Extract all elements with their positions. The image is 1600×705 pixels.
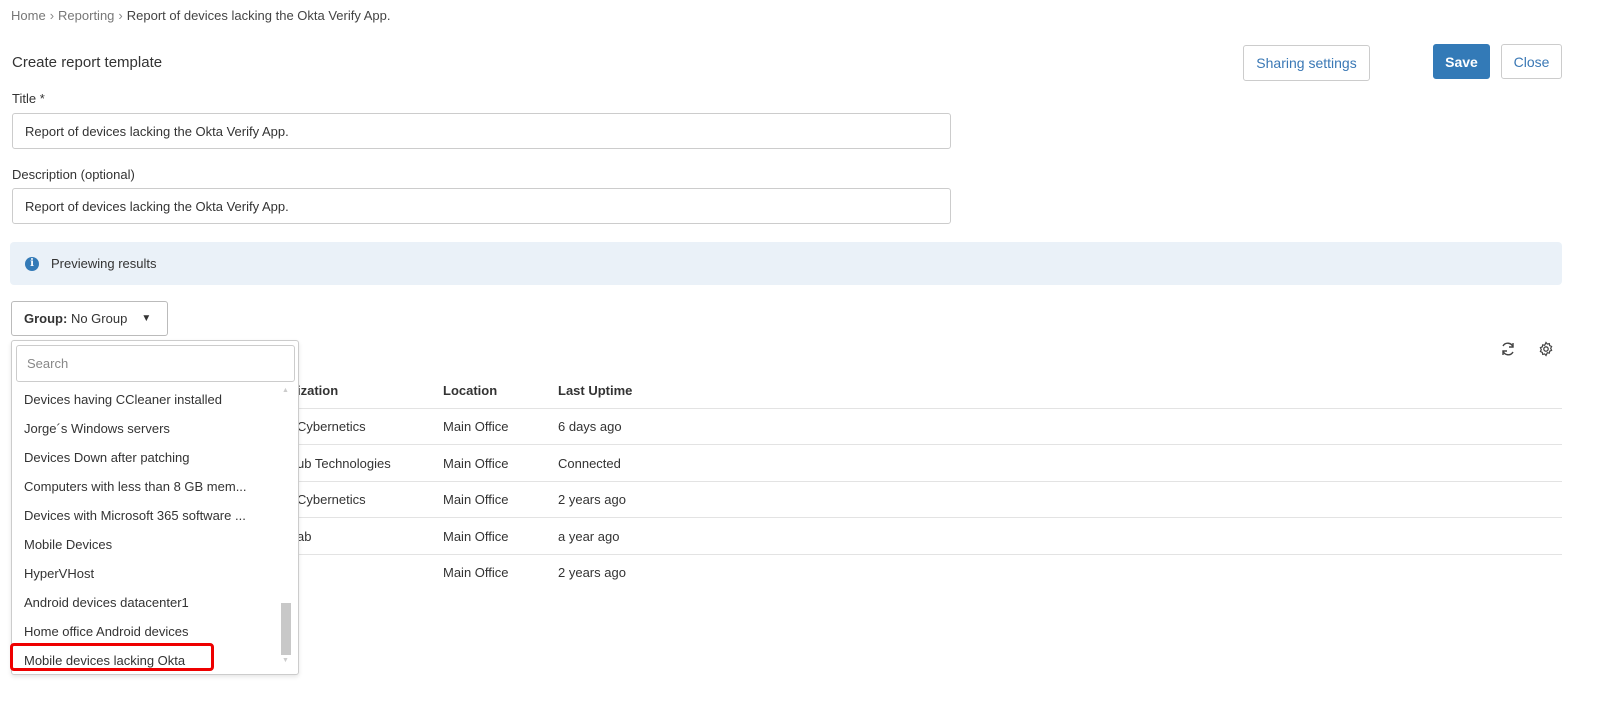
- breadcrumb-home[interactable]: Home: [11, 8, 46, 23]
- table-cell: ub Technologies: [297, 455, 391, 471]
- save-button[interactable]: Save: [1433, 44, 1490, 79]
- table-cell: 6 days ago: [558, 419, 622, 434]
- refresh-icon[interactable]: [1500, 341, 1516, 357]
- scrollbar-thumb[interactable]: [281, 603, 291, 655]
- title-label: Title *: [12, 91, 45, 106]
- group-label: Group:: [24, 311, 68, 326]
- table-cell: Cybernetics: [297, 419, 366, 434]
- dropdown-item[interactable]: Mobile Devices: [24, 537, 112, 552]
- table-cell: 2 years ago: [558, 492, 626, 507]
- description-input[interactable]: Report of devices lacking the Okta Verif…: [12, 188, 951, 224]
- caret-down-icon: ▼: [141, 313, 152, 324]
- banner-text: Previewing results: [51, 256, 157, 271]
- breadcrumb: Home › Reporting › Report of devices lacking…: [11, 8, 391, 23]
- table-cell: Main Office: [443, 492, 509, 507]
- column-header-location[interactable]: Location: [443, 383, 497, 398]
- table-cell: Cybernetics: [297, 492, 366, 507]
- preview-banner: i Previewing results: [10, 242, 1562, 285]
- table-cell: Main Office: [443, 455, 509, 471]
- column-header-organization[interactable]: ization: [297, 383, 338, 398]
- dropdown-item[interactable]: Android devices datacenter1: [24, 595, 189, 610]
- breadcrumb-current: Report of devices lacking the Okta Verif…: [126, 8, 391, 23]
- table-cell: Main Office: [443, 419, 509, 434]
- dropdown-item[interactable]: HyperVHost: [24, 566, 94, 581]
- column-header-last-uptime[interactable]: Last Uptime: [558, 383, 632, 398]
- dropdown-search-input[interactable]: Search: [16, 345, 295, 382]
- group-value: No Group: [70, 311, 128, 326]
- sharing-settings-button[interactable]: Sharing settings: [1243, 45, 1370, 81]
- table-cell: 2 years ago: [558, 565, 626, 580]
- breadcrumb-reporting[interactable]: Reporting: [58, 8, 114, 23]
- scroll-up-arrow-icon[interactable]: ▲: [282, 387, 289, 394]
- table-cell: Main Office: [443, 565, 509, 580]
- highlight-box: [10, 643, 214, 671]
- info-icon: i: [25, 256, 39, 271]
- table-cell: Connected: [558, 455, 621, 471]
- table-cell: Main Office: [443, 528, 509, 544]
- close-button[interactable]: Close: [1501, 44, 1562, 79]
- table-cell: ab: [297, 528, 312, 544]
- dropdown-item[interactable]: Computers with less than 8 GB mem...: [24, 479, 247, 494]
- title-input[interactable]: Report of devices lacking the Okta Verif…: [12, 113, 951, 149]
- group-select[interactable]: Group: No Group ▼: [11, 301, 168, 336]
- dropdown-item[interactable]: Devices with Microsoft 365 software ...: [24, 508, 246, 523]
- scroll-down-arrow-icon[interactable]: ▼: [282, 657, 289, 664]
- description-label: Description (optional): [12, 167, 135, 182]
- gear-icon[interactable]: [1538, 341, 1554, 357]
- dropdown-item[interactable]: Home office Android devices: [24, 624, 189, 639]
- dropdown-item[interactable]: Devices Down after patching: [24, 450, 189, 465]
- group-dropdown: Search Devices having CCleaner installed…: [10, 340, 299, 675]
- page-title: Create report template: [12, 54, 163, 71]
- dropdown-item[interactable]: Devices having CCleaner installed: [24, 392, 222, 407]
- dropdown-item[interactable]: Jorge´s Windows servers: [24, 421, 170, 436]
- table-cell: a year ago: [558, 528, 620, 544]
